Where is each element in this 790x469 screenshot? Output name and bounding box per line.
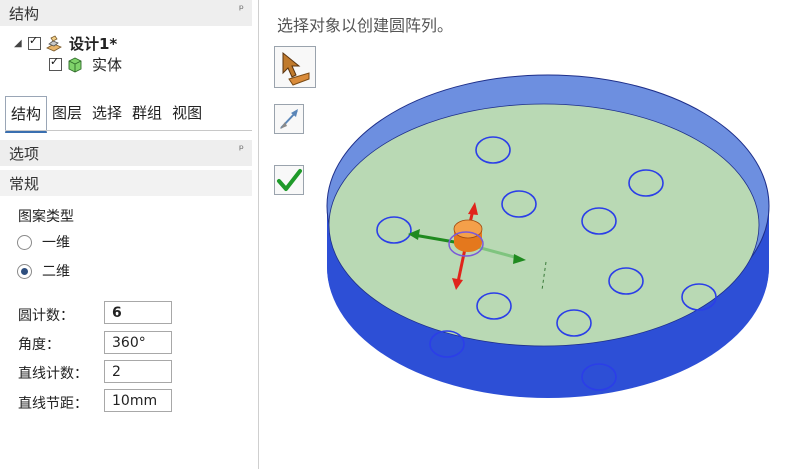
- panel-divider[interactable]: [258, 0, 259, 469]
- pin-icon[interactable]: ᵖ: [239, 2, 244, 16]
- tab-views[interactable]: 视图: [167, 96, 207, 130]
- pin-icon[interactable]: ᵖ: [239, 142, 244, 156]
- direction-arrow-icon: [280, 109, 298, 129]
- solid-body-icon: [68, 56, 82, 73]
- viewport-3d[interactable]: [262, 0, 790, 469]
- radio-1d[interactable]: [17, 235, 32, 250]
- checkmark-icon: [277, 169, 302, 191]
- divider: [5, 130, 252, 131]
- structure-panel-title: 结构: [9, 5, 40, 23]
- general-section-title: 常规: [9, 175, 40, 193]
- options-panel-header: 选项 ᵖ: [0, 140, 252, 166]
- circle-count-label: 圆计数：: [18, 308, 74, 324]
- circle-count-input[interactable]: 6: [104, 301, 172, 324]
- cursor-select-icon: [282, 51, 310, 86]
- design-icon: [46, 34, 62, 51]
- line-count-input[interactable]: 2: [104, 360, 172, 383]
- select-object-tool-button[interactable]: [274, 46, 316, 88]
- tree-item-solid[interactable]: 实体: [49, 54, 122, 75]
- radio-2d-label: 二维: [42, 264, 70, 280]
- viewport-prompt: 选择对象以创建圆阵列。: [277, 16, 454, 35]
- complete-tool-button[interactable]: [274, 165, 304, 195]
- tree-label-design: 设计1*: [69, 35, 118, 53]
- options-panel-title: 选项: [9, 145, 40, 163]
- visibility-checkbox[interactable]: [49, 55, 62, 71]
- general-section-header[interactable]: 常规: [0, 170, 252, 196]
- line-count-label: 直线计数：: [18, 366, 88, 382]
- pattern-type-label: 图案类型: [18, 209, 74, 225]
- tree-label-solid: 实体: [92, 56, 123, 74]
- angle-label: 角度：: [18, 337, 60, 353]
- radio-2d[interactable]: [17, 264, 32, 279]
- tab-structure[interactable]: 结构: [5, 96, 48, 133]
- left-panel: 结构 ᵖ ◢ 设计1* 实体 结构 图层 选择 群组 视图 选项 ᵖ 常规: [0, 0, 258, 469]
- direction-tool-button[interactable]: [274, 104, 304, 134]
- tree-item-design[interactable]: ◢ 设计1*: [14, 33, 117, 54]
- radio-1d-label: 一维: [42, 235, 70, 251]
- line-pitch-input[interactable]: 10mm: [104, 389, 172, 412]
- tab-selection[interactable]: 选择: [87, 96, 127, 130]
- line-pitch-label: 直线节距：: [18, 396, 88, 412]
- tab-groups[interactable]: 群组: [127, 96, 167, 130]
- structure-panel-header: 结构 ᵖ: [0, 0, 252, 26]
- expand-triangle-icon[interactable]: ◢: [14, 38, 28, 49]
- tab-layers[interactable]: 图层: [47, 96, 87, 130]
- angle-input[interactable]: 360°: [104, 331, 172, 354]
- watermark-text: 知乎 @图惜: [644, 428, 746, 449]
- visibility-checkbox[interactable]: [28, 34, 41, 50]
- scene-svg: [326, 74, 770, 398]
- panel-tabs: 结构 图层 选择 群组 视图: [5, 96, 252, 133]
